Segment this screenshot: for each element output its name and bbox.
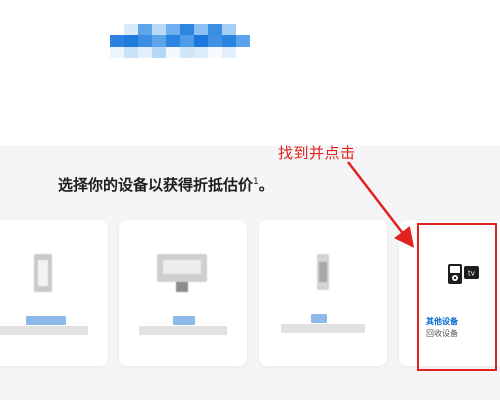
- device-label-watch: [311, 314, 327, 323]
- device-sub-watch: [281, 324, 365, 333]
- page: 找到并点击 选择你的设备以获得折抵估价1。 tv 其他设备 回收设备: [0, 0, 500, 400]
- desktop-icon: [157, 254, 207, 292]
- device-sub-phone: [0, 326, 88, 335]
- watch-icon: [317, 254, 329, 290]
- device-card-desktop[interactable]: [119, 220, 247, 366]
- section-heading-suffix: 。: [258, 176, 274, 194]
- section-heading-text: 选择你的设备以获得折抵估价: [58, 176, 254, 194]
- annotation-label: 找到并点击: [278, 144, 356, 162]
- device-label-desktop: [173, 316, 195, 325]
- highlight-box: [417, 223, 497, 371]
- device-card-phone[interactable]: [0, 220, 108, 366]
- phone-icon: [34, 254, 52, 292]
- device-card-watch[interactable]: [259, 220, 387, 366]
- device-label-phone: [26, 316, 66, 325]
- section-heading: 选择你的设备以获得折抵估价1。: [58, 174, 274, 195]
- device-sub-desktop: [139, 326, 227, 335]
- redacted-title: [110, 24, 250, 58]
